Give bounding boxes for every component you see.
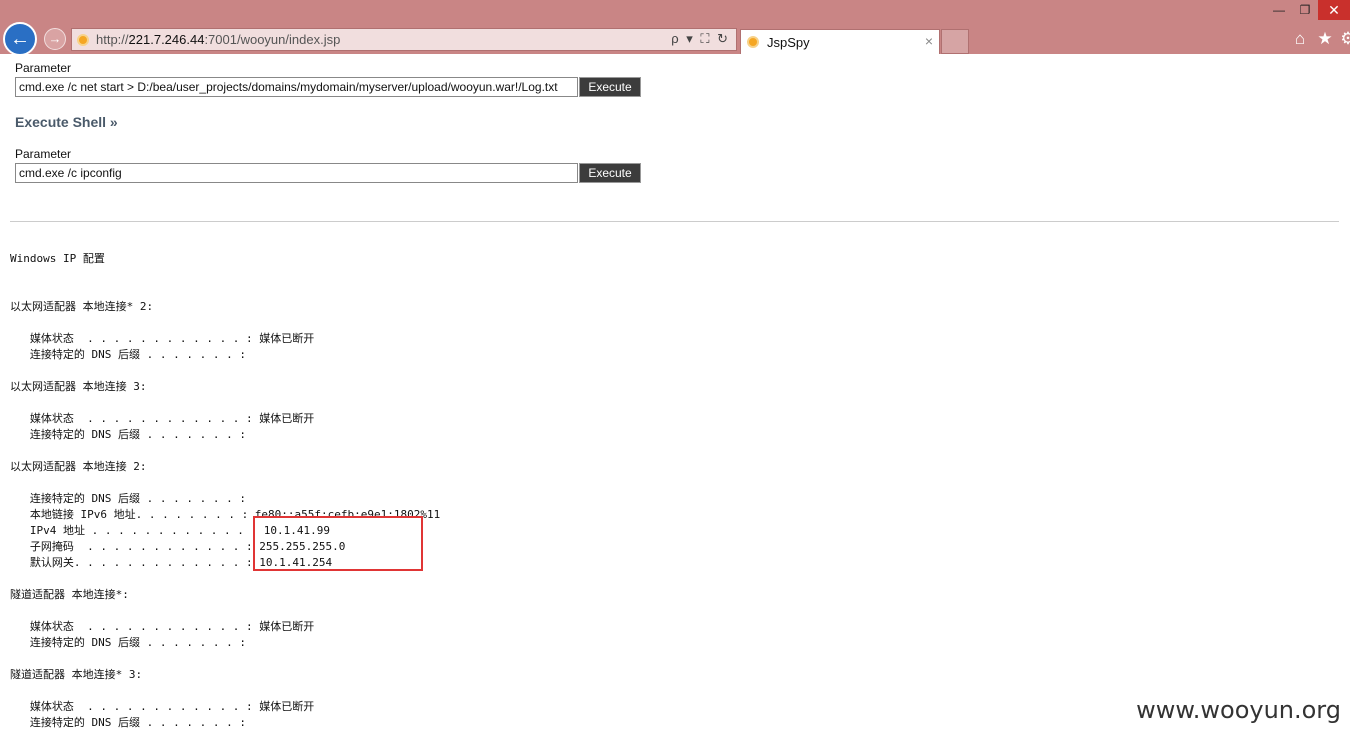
tab-title: JspSpy	[767, 35, 810, 50]
output-line: 连接特定的 DNS 后缀 . . . . . . . :	[10, 636, 246, 649]
output-line: 隧道适配器 本地连接* 3:	[10, 668, 143, 681]
parameter-input-1[interactable]	[15, 77, 578, 97]
output-line: 连接特定的 DNS 后缀 . . . . . . . :	[10, 716, 246, 729]
restore-icon[interactable]: ❐	[1290, 0, 1320, 20]
url-prefix: http://	[96, 32, 129, 47]
output-line: 连接特定的 DNS 后缀 . . . . . . . :	[10, 348, 246, 361]
output-line: 媒体状态 . . . . . . . . . . . . : 媒体已断开	[10, 412, 315, 425]
home-icon[interactable]: ⌂	[1290, 29, 1310, 49]
output-line: 隧道适配器 本地连接*:	[10, 588, 129, 601]
tab-jspspy[interactable]: JspSpy ×	[740, 29, 940, 54]
output-line: 以太网适配器 本地连接* 2:	[10, 300, 154, 313]
execute-shell-title: Execute Shell »	[15, 114, 118, 130]
output-line: 媒体状态 . . . . . . . . . . . . : 媒体已断开	[10, 332, 315, 345]
close-window-icon[interactable]: ✕	[1318, 0, 1350, 20]
browser-chrome: ← → http://221.7.246.44:7001/wooyun/inde…	[0, 0, 1350, 56]
output-line: 媒体状态 . . . . . . . . . . . . : 媒体已断开	[10, 700, 315, 713]
url-path: :7001/wooyun/index.jsp	[204, 32, 341, 47]
execute-button-2[interactable]: Execute	[579, 163, 641, 183]
output-line: 媒体状态 . . . . . . . . . . . . : 媒体已断开	[10, 620, 315, 633]
execute-button-1[interactable]: Execute	[579, 77, 641, 97]
tab-favicon-icon	[747, 36, 759, 48]
gear-icon[interactable]: ⚙	[1338, 29, 1350, 49]
divider	[10, 221, 1339, 222]
parameter-label-1: Parameter	[15, 61, 72, 75]
ip-highlight-box	[253, 516, 423, 571]
address-tools-icons[interactable]: ρ ▾ ⛶ ↻	[671, 31, 730, 47]
url-text[interactable]: http://221.7.246.44:7001/wooyun/index.js…	[96, 32, 340, 47]
output-line: 以太网适配器 本地连接 3:	[10, 380, 147, 393]
address-bar[interactable]: http://221.7.246.44:7001/wooyun/index.js…	[71, 28, 737, 51]
output-line: Windows IP 配置	[10, 252, 105, 265]
url-host: 221.7.246.44	[128, 32, 205, 47]
site-favicon-icon	[77, 34, 89, 46]
parameter-input-2[interactable]	[15, 163, 578, 183]
forward-button[interactable]: →	[44, 28, 66, 50]
tab-close-icon[interactable]: ×	[925, 33, 933, 49]
watermark: www.wooyun.org	[1136, 696, 1341, 724]
new-tab-button[interactable]	[941, 29, 969, 54]
output-line: 连接特定的 DNS 后缀 . . . . . . . :	[10, 492, 246, 505]
favorites-star-icon[interactable]: ★	[1315, 29, 1335, 49]
output-line: 以太网适配器 本地连接 2:	[10, 460, 147, 473]
back-button[interactable]: ←	[3, 22, 37, 56]
parameter-label-2: Parameter	[15, 147, 72, 161]
output-line: 连接特定的 DNS 后缀 . . . . . . . :	[10, 428, 246, 441]
